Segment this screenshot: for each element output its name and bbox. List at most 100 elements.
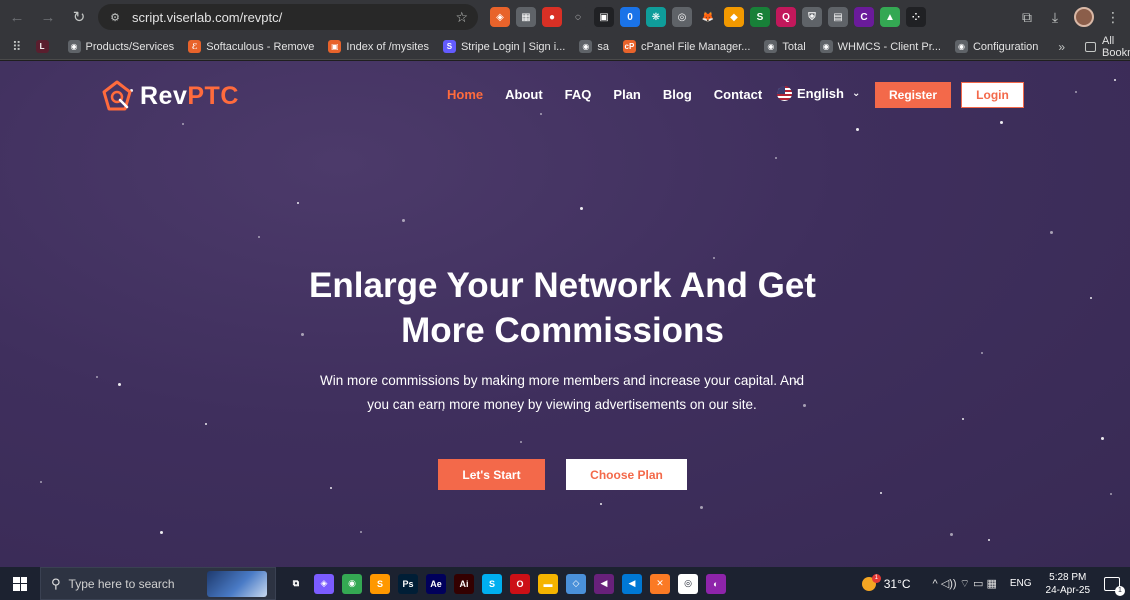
bookmark-item[interactable]: ◉ Total bbox=[764, 40, 806, 53]
language-select[interactable]: English ⌄ bbox=[777, 86, 860, 101]
app-circle-icon[interactable]: ◐ bbox=[706, 573, 726, 594]
bookmark-favicon-icon: L bbox=[35, 40, 49, 53]
all-bookmarks-button[interactable]: All Bookmarks bbox=[1085, 35, 1130, 59]
nav-link-about[interactable]: About bbox=[505, 87, 543, 102]
more-bookmarks-icon[interactable]: » bbox=[1058, 40, 1065, 54]
extension-icon[interactable]: ● bbox=[542, 7, 562, 27]
bookmark-item[interactable]: cP cPanel File Manager... bbox=[622, 40, 750, 53]
bookmark-favicon-icon: ◉ bbox=[764, 40, 778, 53]
star-dot bbox=[205, 423, 207, 425]
pinned-apps: ⧉ ◈ ◉ S Ps Ae Ai S O ▬ ◇ ◀ ◀ ✕ ◎ ◐ bbox=[286, 573, 726, 594]
nav-link-faq[interactable]: FAQ bbox=[565, 87, 592, 102]
bookmark-item[interactable]: ◉ WHMCS - Client Pr... bbox=[819, 40, 941, 53]
extension-icon[interactable]: ◈ bbox=[490, 7, 510, 27]
extension-icon[interactable]: ❋ bbox=[646, 7, 666, 27]
menu-icon[interactable]: ⋮ bbox=[1104, 9, 1122, 26]
nav-link-plan[interactable]: Plan bbox=[613, 87, 640, 102]
bookmark-item[interactable]: ◉ Products/Services bbox=[67, 40, 174, 53]
browser-toolbar: ← → ↻ ⚙ script.viserlab.com/revptc/ ☆ ◈ ▦… bbox=[0, 0, 1130, 34]
photoshop-icon[interactable]: Ps bbox=[398, 573, 418, 594]
bookmark-item[interactable]: ▣ Index of /mysites bbox=[328, 40, 429, 53]
star-dot bbox=[160, 531, 163, 534]
extension-icon[interactable]: S bbox=[750, 7, 770, 27]
nav-link-contact[interactable]: Contact bbox=[714, 87, 762, 102]
extension-icon[interactable]: ▦ bbox=[516, 7, 536, 27]
address-bar[interactable]: ⚙ script.viserlab.com/revptc/ ☆ bbox=[98, 4, 478, 30]
bookmark-item[interactable]: S Stripe Login | Sign i... bbox=[442, 40, 565, 53]
star-dot bbox=[962, 418, 964, 420]
chrome-icon[interactable]: ◉ bbox=[342, 573, 362, 594]
copilot-icon[interactable]: ◈ bbox=[314, 573, 334, 594]
login-button[interactable]: Login bbox=[961, 82, 1024, 108]
sublime-icon[interactable]: S bbox=[370, 573, 390, 594]
back-icon[interactable]: ← bbox=[3, 3, 31, 31]
register-button[interactable]: Register bbox=[875, 82, 951, 108]
extension-icon[interactable]: ◌ bbox=[568, 7, 588, 27]
xampp-icon[interactable]: ✕ bbox=[650, 573, 670, 594]
opera-icon[interactable]: O bbox=[510, 573, 530, 594]
forward-icon[interactable]: → bbox=[34, 3, 62, 31]
extension-icon[interactable]: 0 bbox=[620, 7, 640, 27]
bookmark-item[interactable]: ℰ Softaculous - Remove bbox=[188, 40, 314, 53]
file-explorer-icon[interactable]: ▬ bbox=[538, 573, 558, 594]
hero-subtitle-line-1: Win more commissions by making more memb… bbox=[320, 373, 804, 388]
extensions-icon[interactable]: ⧉ bbox=[1018, 9, 1036, 26]
star-dot bbox=[40, 481, 42, 483]
hero-subtitle: Win more commissions by making more memb… bbox=[312, 369, 812, 417]
visual-studio-icon[interactable]: ◀ bbox=[594, 573, 614, 594]
notepad-icon[interactable]: ◇ bbox=[566, 573, 586, 594]
input-language[interactable]: ENG bbox=[1010, 578, 1032, 589]
star-dot bbox=[1075, 91, 1077, 93]
reload-icon[interactable]: ↻ bbox=[65, 3, 93, 31]
clock[interactable]: 5:28 PM 24-Apr-25 bbox=[1046, 571, 1090, 597]
bookmark-item[interactable]: L bbox=[35, 40, 54, 53]
skype-icon[interactable]: S bbox=[482, 573, 502, 594]
extension-icon[interactable]: C bbox=[854, 7, 874, 27]
extension-icon[interactable]: ◎ bbox=[672, 7, 692, 27]
bookmark-label: Softaculous - Remove bbox=[206, 40, 315, 53]
taskbar: ⚲ Type here to search ⧉ ◈ ◉ S Ps Ae Ai S O ▬ ◇ ◀ ◀ ✕ ◎… bbox=[0, 567, 1130, 600]
extension-icon[interactable]: ◆ bbox=[724, 7, 744, 27]
nav-link-blog[interactable]: Blog bbox=[663, 87, 692, 102]
extension-icon[interactable]: ⁘ bbox=[906, 7, 926, 27]
extension-icon[interactable]: ▣ bbox=[594, 7, 614, 27]
bookmark-item[interactable]: ◉ sa bbox=[579, 40, 609, 53]
illustrator-icon[interactable]: Ai bbox=[454, 573, 474, 594]
bookmark-item[interactable]: ◉ Configuration bbox=[954, 40, 1038, 53]
bookmark-label: Index of /mysites bbox=[346, 40, 429, 53]
extensions-row: ◈ ▦ ● ◌ ▣ 0 ❋ ◎ 🦊 ◆ S Q ⛨ ▤ C ▲ ⁘ bbox=[490, 7, 926, 27]
weather-badge: 1 bbox=[871, 573, 881, 583]
profile-avatar[interactable] bbox=[1074, 7, 1094, 27]
star-dot bbox=[950, 533, 953, 536]
nav-link-home[interactable]: Home bbox=[447, 87, 483, 102]
download-icon[interactable]: ⤓ bbox=[1046, 9, 1064, 26]
folder-icon bbox=[1085, 41, 1097, 52]
url-text[interactable]: script.viserlab.com/revptc/ bbox=[132, 10, 282, 25]
extension-icon[interactable]: 🦊 bbox=[698, 7, 718, 27]
extension-icon[interactable]: ▤ bbox=[828, 7, 848, 27]
app-ring-icon[interactable]: ◎ bbox=[678, 573, 698, 594]
apps-grid-icon[interactable]: ⠿ bbox=[12, 39, 22, 55]
vscode-icon[interactable]: ◀ bbox=[622, 573, 642, 594]
clock-date: 24-Apr-25 bbox=[1045, 584, 1090, 596]
task-view-icon[interactable]: ⧉ bbox=[286, 573, 306, 594]
lets-start-button[interactable]: Let's Start bbox=[438, 459, 545, 490]
site-info-icon[interactable]: ⚙ bbox=[108, 10, 122, 24]
bookmark-label: WHMCS - Client Pr... bbox=[837, 40, 941, 53]
weather-widget[interactable]: 1 31°C bbox=[861, 573, 911, 591]
tray-icons[interactable]: ^ ◁)) ⌔ ▭ ▦ bbox=[933, 577, 997, 591]
star-dot bbox=[1114, 79, 1116, 81]
choose-plan-button[interactable]: Choose Plan bbox=[566, 459, 687, 490]
windows-start-button[interactable] bbox=[0, 567, 40, 600]
after-effects-icon[interactable]: Ae bbox=[426, 573, 446, 594]
notification-icon[interactable]: 1 bbox=[1104, 576, 1125, 596]
hero-title: Enlarge Your Network And Get More Commis… bbox=[0, 263, 1125, 353]
star-dot bbox=[520, 441, 522, 443]
extension-icon[interactable]: ▲ bbox=[880, 7, 900, 27]
site-logo[interactable]: RevPTC bbox=[100, 79, 239, 113]
bookmark-star-icon[interactable]: ☆ bbox=[455, 9, 468, 26]
taskbar-search[interactable]: ⚲ Type here to search bbox=[40, 567, 276, 600]
search-highlight-image bbox=[207, 571, 267, 597]
extension-icon[interactable]: ⛨ bbox=[802, 7, 822, 27]
extension-icon[interactable]: Q bbox=[776, 7, 796, 27]
